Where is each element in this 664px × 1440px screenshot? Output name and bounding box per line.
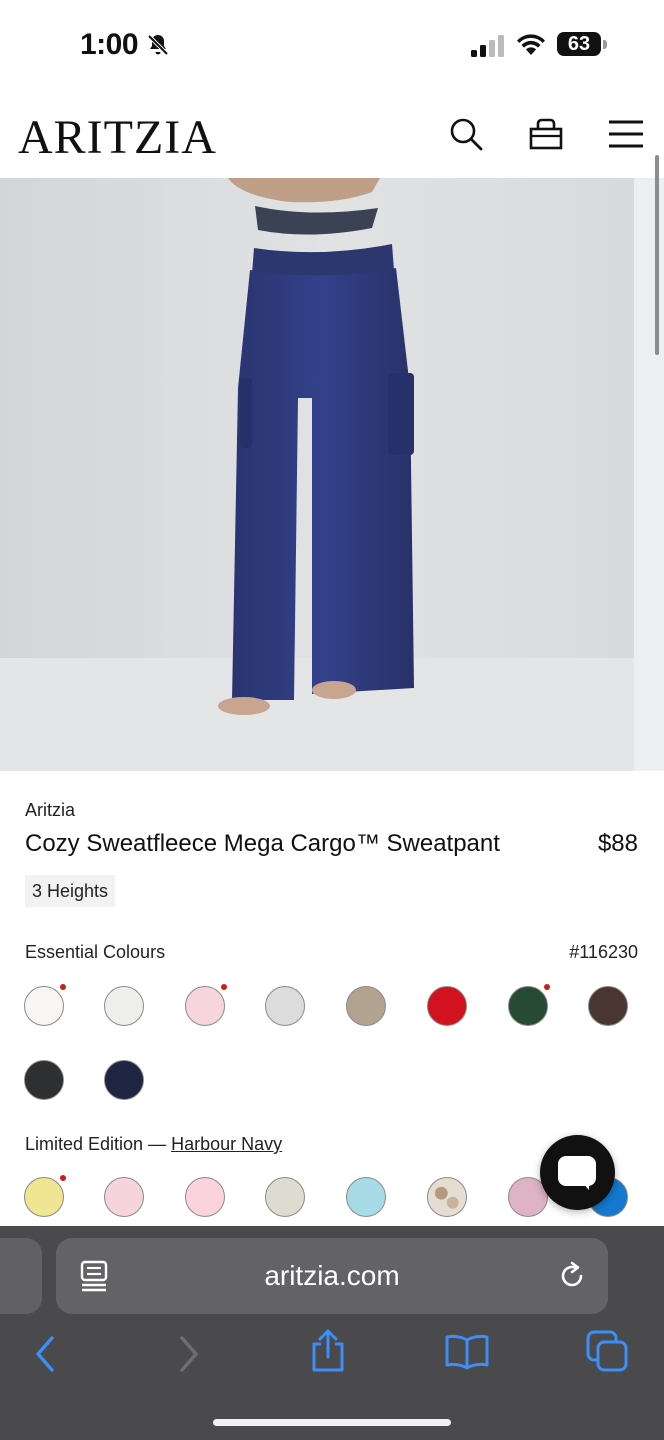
sky-blue-swatch[interactable] [346, 1177, 386, 1217]
light-pink-swatch[interactable] [185, 986, 225, 1026]
taupe-swatch[interactable] [346, 986, 386, 1026]
tabs-icon[interactable] [586, 1330, 630, 1372]
product-title: Cozy Sweatfleece Mega Cargo™ Sweatpant [25, 830, 500, 857]
silent-bell-icon [147, 34, 169, 56]
site-header: ARITZIA [0, 92, 664, 178]
new-colour-dot [544, 984, 550, 990]
heights-tag: 3 Heights [25, 875, 116, 907]
page-scrollbar[interactable] [655, 155, 659, 355]
battery-indicator: 63 [557, 32, 601, 56]
shopping-bag-icon[interactable] [528, 116, 564, 152]
limited-edition-title: Limited Edition — Harbour Navy [25, 1134, 282, 1155]
url-text: aritzia.com [264, 1260, 400, 1291]
black-swatch[interactable] [24, 1060, 64, 1100]
wifi-icon [517, 34, 545, 55]
product-page: 1:00 63 ARITZIA Aritzia Cozy Sweatfleece… [0, 0, 664, 1440]
hamburger-menu-icon[interactable] [607, 116, 645, 152]
status-time: 1:00 [80, 28, 139, 61]
new-colour-dot [60, 1175, 66, 1181]
brown-swatch[interactable] [588, 986, 628, 1026]
battery-cap [603, 40, 607, 49]
reload-icon[interactable] [556, 1260, 588, 1292]
camo-print-swatch[interactable] [427, 1177, 467, 1217]
new-colour-dot [60, 984, 66, 990]
chat-button[interactable] [540, 1135, 615, 1210]
cellular-signal-icon [471, 35, 504, 57]
home-indicator[interactable] [213, 1419, 451, 1426]
safari-toolbar: aritzia.com [0, 1226, 664, 1440]
heather-white-swatch[interactable] [104, 986, 144, 1026]
product-price: $88 [597, 830, 638, 857]
product-photo [0, 178, 664, 771]
oatmeal-swatch[interactable] [265, 1177, 305, 1217]
previous-tab-preview[interactable] [0, 1238, 42, 1314]
chat-bubble-icon [558, 1156, 596, 1186]
light-grey-swatch[interactable] [265, 986, 305, 1026]
chat-bubble-tail [580, 1180, 589, 1190]
address-bar[interactable]: aritzia.com [56, 1238, 608, 1314]
back-icon[interactable] [30, 1334, 60, 1374]
status-bar: 1:00 63 [0, 0, 664, 92]
search-icon[interactable] [448, 116, 484, 152]
forest-green-swatch[interactable] [508, 986, 548, 1026]
essential-colours-title: Essential Colours [25, 942, 166, 962]
white-swatch[interactable] [24, 986, 64, 1026]
bubblegum-pink-swatch[interactable] [185, 1177, 225, 1217]
bookmarks-icon[interactable] [444, 1334, 490, 1370]
aritzia-logo[interactable]: ARITZIA [18, 110, 217, 165]
limited-edition-prefix: Limited Edition — [25, 1134, 172, 1154]
navy-swatch[interactable] [104, 1060, 144, 1100]
forward-icon[interactable] [174, 1334, 204, 1374]
style-code: #116230 [569, 942, 638, 962]
selected-colour-link[interactable]: Harbour Navy [171, 1134, 282, 1154]
blush-pink-swatch[interactable] [104, 1177, 144, 1217]
product-brand: Aritzia [25, 800, 76, 820]
butter-yellow-swatch[interactable] [24, 1177, 64, 1217]
new-colour-dot [221, 984, 227, 990]
red-swatch[interactable] [427, 986, 467, 1026]
share-icon[interactable] [308, 1328, 348, 1374]
product-image[interactable] [0, 178, 664, 771]
